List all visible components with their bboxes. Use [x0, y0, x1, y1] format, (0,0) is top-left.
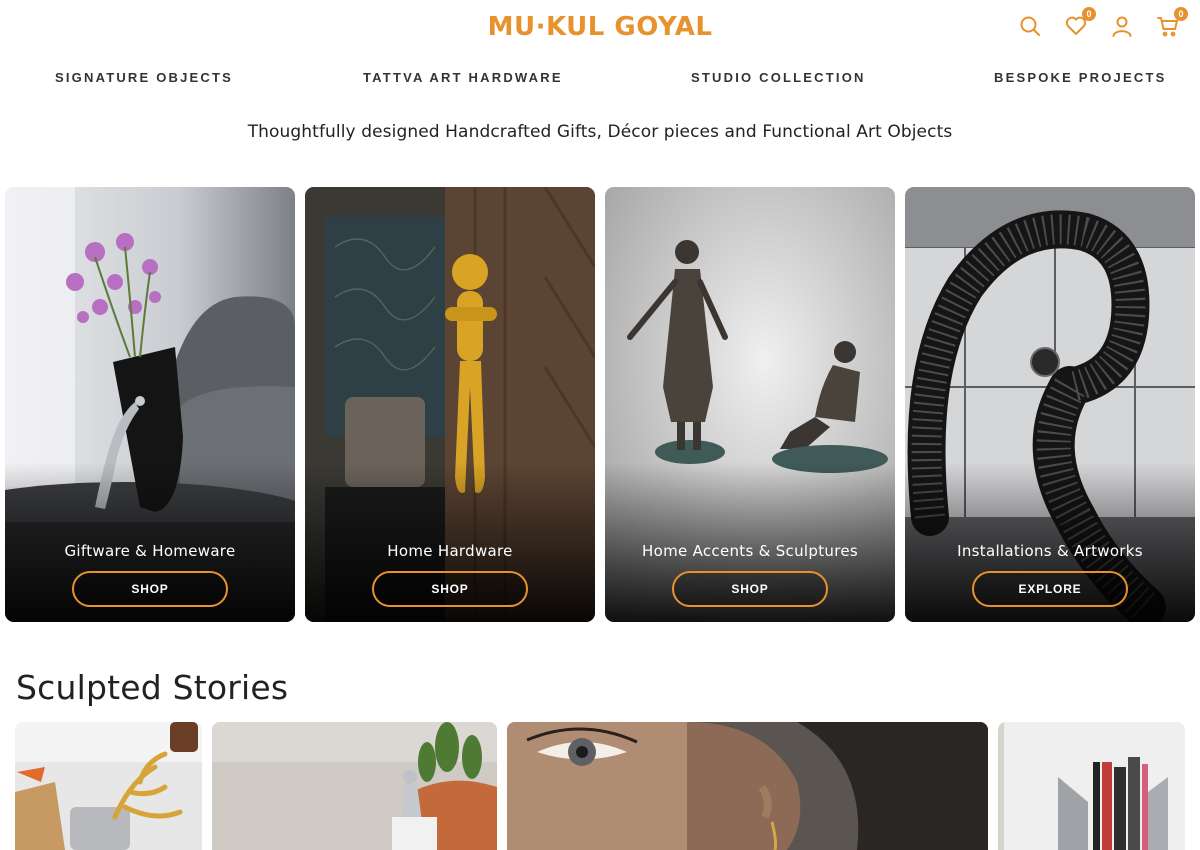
nav-item-bespoke-projects[interactable]: BESPOKE PROJECTS [994, 70, 1166, 85]
wishlist-count-badge: 0 [1082, 7, 1096, 21]
story-image [15, 722, 202, 850]
search-icon[interactable] [1018, 14, 1042, 38]
page-tagline: Thoughtfully designed Handcrafted Gifts,… [247, 122, 953, 142]
story-tile-figurine[interactable] [212, 722, 497, 850]
category-card-home-hardware[interactable]: Home Hardware SHOP [305, 187, 595, 622]
story-tile-earring[interactable] [507, 722, 988, 850]
shop-button-giftware[interactable]: SHOP [72, 571, 228, 607]
category-title: Giftware & Homeware [64, 542, 236, 560]
story-image [998, 722, 1185, 850]
sculpted-stories-title: Sculpted Stories [16, 668, 289, 707]
cart-icon[interactable]: 0 [1156, 7, 1188, 38]
category-title: Installations & Artworks [957, 542, 1143, 560]
user-icon[interactable] [1110, 14, 1134, 38]
nav-item-studio-collection[interactable]: STUDIO COLLECTION [691, 70, 866, 85]
shop-button-home-hardware[interactable]: SHOP [372, 571, 528, 607]
category-card-home-accents[interactable]: Home Accents & Sculptures SHOP [605, 187, 895, 622]
main-nav: SIGNATURE OBJECTS TATTVA ART HARDWARE ST… [0, 70, 1200, 86]
cart-count-badge: 0 [1174, 7, 1188, 21]
explore-button-installations[interactable]: EXPLORE [972, 571, 1128, 607]
nav-item-tattva-art-hardware[interactable]: TATTVA ART HARDWARE [363, 70, 563, 85]
category-cards: Giftware & Homeware SHOP Home Hardware S… [5, 187, 1195, 622]
category-title: Home Hardware [387, 542, 513, 560]
heart-icon[interactable]: 0 [1064, 7, 1096, 38]
category-card-giftware[interactable]: Giftware & Homeware SHOP [5, 187, 295, 622]
story-image [212, 722, 497, 850]
category-card-installations[interactable]: Installations & Artworks EXPLORE [905, 187, 1195, 622]
story-image [507, 722, 988, 850]
site-header: MU·KUL GOYAL 0 0 [0, 0, 1200, 56]
header-icons: 0 0 [1018, 7, 1188, 38]
shop-button-home-accents[interactable]: SHOP [672, 571, 828, 607]
nav-item-signature-objects[interactable]: SIGNATURE OBJECTS [55, 70, 233, 85]
category-title: Home Accents & Sculptures [642, 542, 858, 560]
story-tile-bookends[interactable] [998, 722, 1185, 850]
story-tile-napkin-ring[interactable] [15, 722, 202, 850]
